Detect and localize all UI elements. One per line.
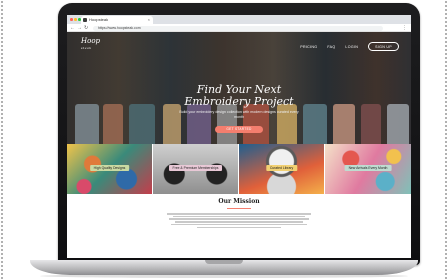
address-bar: ← → ↻ https://www.hoopsteak.com ⋮ — [67, 24, 411, 32]
browser-menu-icon[interactable]: ⋮ — [402, 25, 407, 31]
thread-spool-graphic — [387, 104, 409, 144]
hero-subtitle: Build your embroidery design collection … — [179, 110, 299, 119]
url-field[interactable]: https://www.hoopsteak.com — [93, 25, 383, 31]
site-logo[interactable]: Hoop steak — [81, 38, 109, 52]
thread-spool-graphic — [75, 104, 99, 144]
website-viewport: Hoop steak PRICING FAQ LOGIN SIGN UP Fin… — [67, 32, 411, 258]
browser-tab[interactable]: Hoopsteak × — [81, 16, 153, 24]
window-controls — [70, 18, 81, 21]
features-strip: High Quality Designs Free & Premium Memb… — [67, 144, 411, 194]
laptop-notch — [205, 260, 243, 264]
nav-login-link[interactable]: LOGIN — [345, 45, 358, 49]
reload-icon[interactable]: ↻ — [84, 25, 88, 31]
feature-tile-new-arrivals[interactable]: New Arrivals Every Month — [325, 144, 411, 194]
hero-section: Hoop steak PRICING FAQ LOGIN SIGN UP Fin… — [67, 32, 411, 144]
minimize-window-dot[interactable] — [74, 18, 77, 21]
thread-spool-graphic — [129, 104, 155, 144]
top-navigation: PRICING FAQ LOGIN SIGN UP — [300, 42, 399, 51]
feature-label: Free & Premium Memberships — [168, 165, 223, 171]
thread-spool-graphic — [303, 104, 327, 144]
hero-title-line-2: Embroidery Project — [184, 95, 294, 108]
feature-tile-library[interactable]: Curated Library — [239, 144, 325, 194]
nav-pricing-link[interactable]: PRICING — [300, 45, 317, 49]
feature-tile-quality[interactable]: High Quality Designs — [67, 144, 153, 194]
mission-section: Our Mission — [67, 194, 411, 258]
logo-subtext: steak — [81, 46, 92, 50]
tab-close-icon[interactable]: × — [148, 16, 150, 24]
laptop-screen: Hoopsteak × ← → ↻ https://www.hoopsteak.… — [67, 15, 411, 258]
tab-title: Hoopsteak — [89, 17, 109, 22]
left-dotted-border — [0, 0, 4, 280]
browser-tab-bar: Hoopsteak × — [67, 15, 411, 24]
mission-divider — [227, 208, 251, 209]
feature-label: High Quality Designs — [89, 165, 130, 171]
nav-faq-link[interactable]: FAQ — [327, 45, 335, 49]
favicon-icon — [83, 18, 87, 22]
right-dotted-border — [444, 0, 448, 280]
back-arrow-icon[interactable]: ← — [70, 25, 75, 31]
logo-text: Hoop — [81, 37, 101, 45]
sign-up-button[interactable]: SIGN UP — [368, 42, 399, 51]
feature-tile-memberships[interactable]: Free & Premium Memberships — [153, 144, 239, 194]
laptop-mockup-stage: Hoopsteak × ← → ↻ https://www.hoopsteak.… — [0, 0, 448, 280]
feature-label: New Arrivals Every Month — [344, 165, 392, 171]
thread-spool-graphic — [361, 104, 381, 144]
mission-title: Our Mission — [218, 198, 260, 205]
close-window-dot[interactable] — [70, 18, 73, 21]
mission-body-text-placeholder — [167, 212, 311, 229]
thread-spool-graphic — [103, 104, 123, 144]
thread-spool-graphic — [333, 104, 355, 144]
get-started-button[interactable]: GET STARTED — [215, 126, 263, 133]
feature-label: Curated Library — [265, 165, 298, 171]
forward-arrow-icon[interactable]: → — [77, 25, 82, 31]
